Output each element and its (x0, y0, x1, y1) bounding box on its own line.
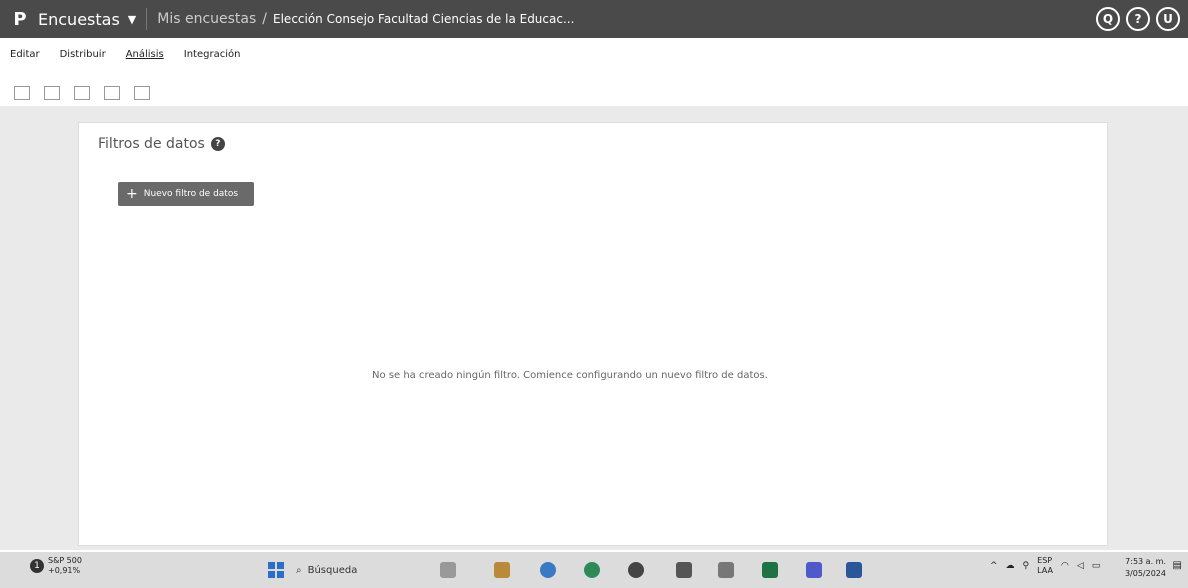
chart-icon (14, 86, 30, 100)
excel-icon[interactable] (762, 562, 778, 578)
clock-time: 7:53 a. m. (1125, 557, 1166, 566)
table-icon (44, 86, 60, 100)
menu-item-integration[interactable]: Integración (174, 49, 251, 60)
volume-icon[interactable]: ◁ (1077, 561, 1084, 571)
search-icon[interactable]: Q (1096, 7, 1120, 31)
teams-icon[interactable] (806, 562, 822, 578)
windows-start-icon[interactable] (268, 562, 284, 578)
panel-title-text: Filtros de datos (98, 136, 205, 152)
toolbar-button-2[interactable] (44, 86, 60, 104)
taskbar-search-placeholder: Búsqueda (307, 564, 358, 576)
toolbar-button-5[interactable] (134, 86, 150, 104)
taskbar-search[interactable]: ⌕ Búsqueda (296, 560, 416, 580)
add-data-filter-button[interactable]: + Nuevo filtro de datos (118, 182, 254, 206)
lang-bottom: LAA (1037, 566, 1053, 575)
document-icon (74, 86, 90, 100)
main-menu: Editar Distribuir Análisis Integración (0, 44, 1188, 64)
folder-icon[interactable] (718, 562, 734, 578)
user-avatar[interactable]: U (1156, 7, 1180, 31)
analysis-toolbar (0, 66, 1188, 104)
app-logo-icon[interactable]: P (8, 7, 32, 31)
language-indicator[interactable]: ESP LAA (1037, 556, 1053, 576)
stock-change: +0,91% (48, 566, 81, 575)
menu-item-edit[interactable]: Editar (0, 49, 50, 60)
cloud-icon[interactable]: ☁ (1006, 561, 1015, 571)
edge-browser-icon[interactable] (540, 562, 556, 578)
panel-title: Filtros de datos ? (98, 136, 225, 152)
divider (146, 8, 148, 30)
stock-name: S&P 500 (48, 556, 82, 565)
help-icon[interactable]: ? (1126, 7, 1150, 31)
menu-item-distribute[interactable]: Distribuir (50, 49, 116, 60)
chrome-browser-icon[interactable] (584, 562, 600, 578)
toolbar-button-4[interactable] (104, 86, 120, 104)
survey-title: Elección Consejo Facultad Ciencias de la… (273, 12, 575, 26)
battery-icon[interactable]: ▭ (1092, 561, 1101, 571)
report-icon (104, 86, 120, 100)
breadcrumb-my-surveys[interactable]: Mis encuestas (157, 11, 256, 27)
toolbar-button-3[interactable] (74, 86, 90, 104)
file-explorer-icon[interactable] (494, 562, 510, 578)
empty-state-message: No se ha creado ningún filtro. Comience … (372, 370, 768, 381)
widgets-icon[interactable] (440, 562, 456, 578)
help-icon[interactable]: ? (210, 137, 225, 151)
word-icon[interactable] (846, 562, 862, 578)
lang-top: ESP (1037, 556, 1053, 565)
breadcrumb-separator: / (262, 11, 268, 27)
stock-widget[interactable]: 1 S&P 500 +0,91% (30, 556, 82, 576)
add-data-filter-label: Nuevo filtro de datos (143, 189, 239, 199)
search-icon: ⌕ (296, 564, 302, 576)
chevron-up-icon[interactable]: ^ (990, 561, 998, 571)
chevron-down-icon[interactable]: ▼ (128, 13, 136, 26)
notification-icon[interactable]: ▤ (1173, 560, 1182, 571)
clock[interactable]: 7:53 a. m. 3/05/2024 (1125, 556, 1166, 580)
usb-icon[interactable]: ⚲ (1023, 561, 1030, 571)
app-name[interactable]: Encuestas (38, 10, 120, 29)
app-icon[interactable] (628, 562, 644, 578)
clock-date: 3/05/2024 (1124, 569, 1166, 578)
database-icon (134, 86, 150, 100)
plus-icon: + (126, 186, 138, 202)
menu-item-analysis[interactable]: Análisis (116, 49, 174, 60)
top-bar: P Encuestas ▼ Mis encuestas / Elección C… (0, 0, 1188, 38)
stock-badge: 1 (30, 559, 44, 573)
system-tray: ^ ☁ ⚲ ESP LAA ◠ ◁ ▭ (990, 556, 1100, 576)
toolbar-button-1[interactable] (14, 86, 30, 104)
store-icon[interactable] (676, 562, 692, 578)
wifi-icon[interactable]: ◠ (1061, 561, 1069, 571)
